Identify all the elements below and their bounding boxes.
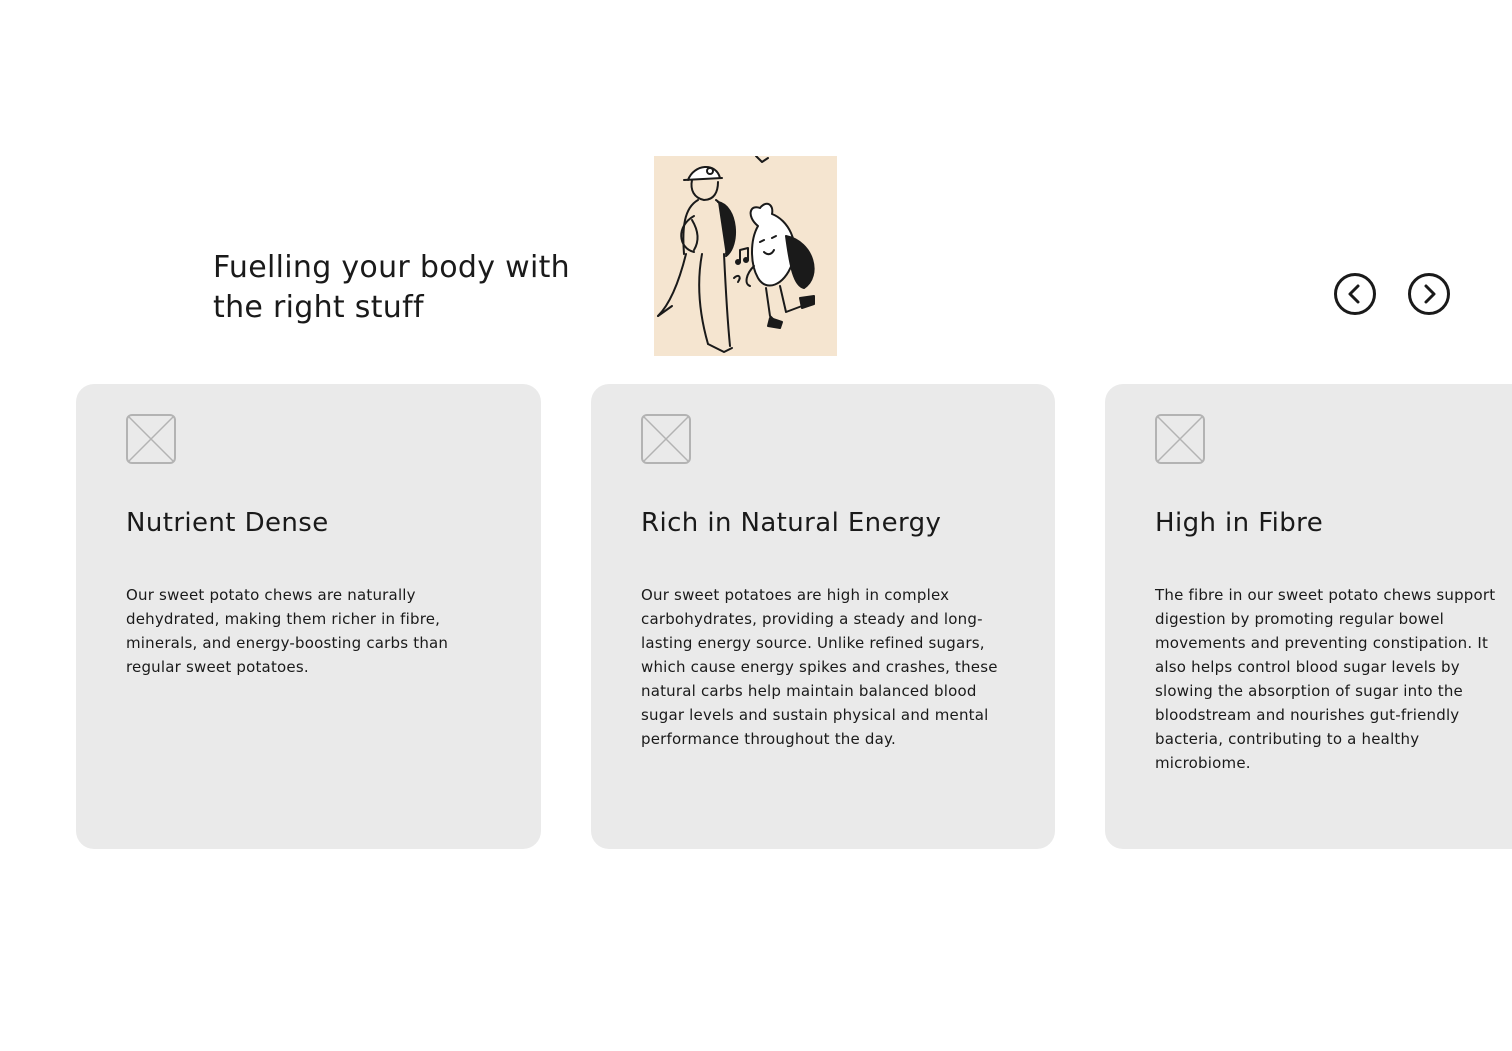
card-title: Nutrient Dense	[126, 508, 329, 538]
carousel-next-button[interactable]	[1408, 273, 1450, 315]
feature-card-natural-energy: Rich in Natural Energy Our sweet potatoe…	[591, 384, 1055, 849]
carousel-prev-button[interactable]	[1334, 273, 1376, 315]
chevron-left-circle-icon	[1334, 273, 1376, 315]
chevron-right-circle-icon	[1408, 273, 1450, 315]
image-placeholder-icon	[641, 414, 691, 464]
image-placeholder-icon	[126, 414, 176, 464]
image-placeholder-icon	[1155, 414, 1205, 464]
card-description: Our sweet potatoes are high in complex c…	[641, 586, 998, 748]
feature-card-high-fibre: High in Fibre The fibre in our sweet pot…	[1105, 384, 1512, 849]
section-headline: Fuelling your body with the right stuff	[213, 250, 570, 325]
walking-sweet-potato-illustration	[654, 156, 837, 356]
card-description: Our sweet potato chews are naturally deh…	[126, 586, 449, 676]
card-title: Rich in Natural Energy	[641, 508, 942, 538]
features-section: Fuelling your body with the right stuff	[0, 0, 1512, 1051]
card-title: High in Fibre	[1155, 508, 1324, 538]
feature-card-nutrient-dense: Nutrient Dense Our sweet potato chews ar…	[76, 384, 541, 849]
card-description: The fibre in our sweet potato chews supp…	[1155, 586, 1496, 772]
